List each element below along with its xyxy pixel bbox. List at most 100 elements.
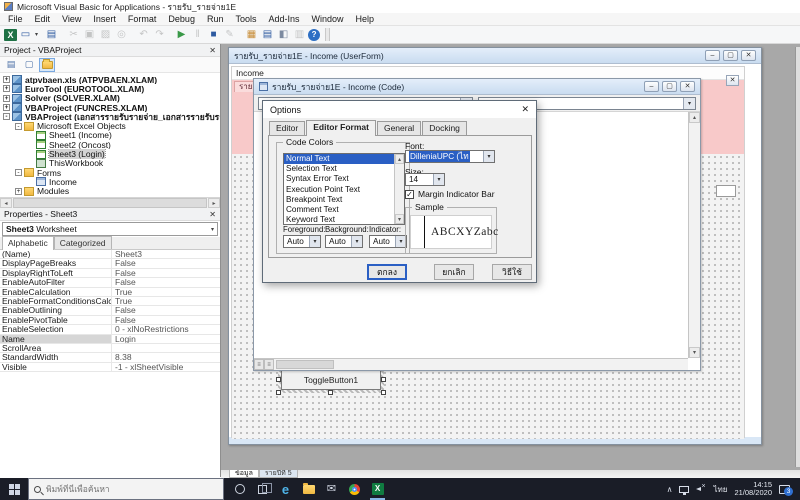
- property-row-enableautofilter[interactable]: EnableAutoFilter False: [0, 278, 220, 288]
- tree-item-eurotool-eurotool-xlam-[interactable]: + EuroTool (EUROTOOL.XLAM): [0, 84, 220, 94]
- property-row-displaypagebreaks[interactable]: DisplayPageBreaks False: [0, 259, 220, 269]
- object-selector[interactable]: Sheet3 Worksheet ▾: [2, 222, 218, 236]
- cancel-button[interactable]: ยกเลิก: [434, 264, 474, 280]
- minimize-icon[interactable]: –: [644, 81, 659, 92]
- scroll-thumb[interactable]: [276, 360, 334, 369]
- insert-userform-icon[interactable]: ▭: [18, 28, 33, 42]
- property-value[interactable]: Login: [112, 335, 220, 343]
- run-icon[interactable]: ▶: [174, 28, 189, 42]
- code-colors-list[interactable]: Normal Text Selection Text Syntax Error Te…: [283, 153, 405, 225]
- design-mode-icon[interactable]: ✎: [222, 28, 237, 42]
- expand-icon[interactable]: +: [15, 187, 22, 195]
- color-item-keyword-text[interactable]: Keyword Text: [284, 215, 404, 224]
- close-icon[interactable]: ✕: [680, 81, 695, 92]
- list-vscrollbar[interactable]: ▴ ▾: [394, 154, 404, 224]
- property-value[interactable]: True: [112, 297, 220, 305]
- menu-format[interactable]: Format: [122, 13, 163, 25]
- break-icon[interactable]: ‖: [190, 28, 205, 42]
- tree-item-sheet3-login-[interactable]: Sheet3 (Login): [0, 149, 220, 159]
- taskbar-chrome-icon[interactable]: [343, 478, 366, 500]
- tree-item-modules[interactable]: + Modules: [0, 187, 220, 196]
- taskbar-excel-icon[interactable]: X: [366, 478, 389, 500]
- options-dialog-titlebar[interactable]: Options ✕: [263, 101, 536, 118]
- maximize-icon[interactable]: ▢: [662, 81, 677, 92]
- undo-icon[interactable]: ↶: [136, 28, 151, 42]
- scroll-down-icon[interactable]: ▾: [395, 214, 404, 224]
- menu-add-ins[interactable]: Add-Ins: [262, 13, 305, 25]
- property-value[interactable]: Sheet3: [112, 250, 220, 258]
- tab-docking[interactable]: Docking: [422, 121, 467, 135]
- tab-editor[interactable]: Editor: [269, 121, 306, 135]
- tree-item-vbaproject-funcres-xlam-[interactable]: + VBAProject (FUNCRES.XLAM): [0, 103, 220, 112]
- expand-icon[interactable]: +: [3, 94, 10, 102]
- tab-general[interactable]: General: [376, 121, 422, 135]
- menu-edit[interactable]: Edit: [29, 13, 57, 25]
- scroll-right-icon[interactable]: ▸: [208, 198, 220, 208]
- network-icon[interactable]: [679, 485, 690, 495]
- help-button[interactable]: วิธีใช้: [492, 264, 532, 280]
- property-value[interactable]: 8.38: [112, 353, 220, 361]
- property-row-name[interactable]: Name Login: [0, 334, 220, 344]
- close-icon[interactable]: ✕: [209, 46, 216, 55]
- property-value[interactable]: False: [112, 259, 220, 267]
- property-row-scrollarea[interactable]: ScrollArea: [0, 343, 220, 354]
- start-button[interactable]: [0, 478, 28, 500]
- clock[interactable]: 14:15 21/08/2020: [734, 481, 772, 497]
- scroll-up-icon[interactable]: ▴: [689, 112, 700, 123]
- property-row-enablepivottable[interactable]: EnablePivotTable False: [0, 315, 220, 326]
- project-explorer-icon[interactable]: ▦: [244, 28, 259, 42]
- code-window-titlebar[interactable]: รายรับ_รายจ่าย1E - Income (Code) – ▢ ✕: [254, 79, 700, 95]
- property-value[interactable]: False: [112, 269, 220, 277]
- property-row-enableselection[interactable]: EnableSelection 0 - xlNoRestrictions: [0, 325, 220, 335]
- split-handle-icon[interactable]: ≡: [264, 359, 274, 370]
- font-select[interactable]: DilleniaUPC (ไท ▾: [405, 150, 495, 163]
- property-row-enablecalculation[interactable]: EnableCalculation True: [0, 287, 220, 297]
- tree-item-income[interactable]: Income: [0, 177, 220, 187]
- menu-insert[interactable]: Insert: [87, 13, 122, 25]
- paste-icon[interactable]: ▨: [98, 28, 113, 42]
- taskbar-task-view-icon[interactable]: [251, 478, 274, 500]
- scroll-thumb[interactable]: [13, 198, 207, 208]
- scroll-down-icon[interactable]: ▾: [689, 347, 700, 358]
- tab-categorized[interactable]: Categorized: [53, 236, 112, 249]
- property-value[interactable]: 0 - xlNoRestrictions: [112, 325, 220, 333]
- tree-item-forms[interactable]: - Forms: [0, 168, 220, 177]
- reset-icon[interactable]: ■: [206, 28, 221, 42]
- code-hscrollbar[interactable]: ≡ ≡: [254, 358, 688, 370]
- toggle-folders-icon[interactable]: [39, 57, 55, 72]
- scroll-up-icon[interactable]: ▴: [395, 154, 404, 164]
- close-icon[interactable]: ✕: [209, 210, 216, 219]
- tree-item-vbaproject-[interactable]: - VBAProject (เอกสารรายรับรายจ่าย_เอกสารร…: [0, 112, 220, 121]
- property-value[interactable]: False: [112, 278, 220, 286]
- menu-debug[interactable]: Debug: [162, 13, 201, 25]
- tree-item-microsoft-excel-objects[interactable]: - Microsoft Excel Objects: [0, 121, 220, 131]
- scroll-left-icon[interactable]: ◂: [0, 198, 12, 208]
- form-textbox-control[interactable]: [716, 185, 736, 197]
- menu-window[interactable]: Window: [306, 13, 350, 25]
- property-value[interactable]: False: [112, 306, 220, 314]
- property-row--name-[interactable]: (Name) Sheet3: [0, 250, 220, 260]
- property-row-enableformatconditionscalculation[interactable]: EnableFormatConditionsCalculationTrue: [0, 296, 220, 307]
- save-icon[interactable]: ▤: [44, 28, 59, 42]
- color-item-execution-point-text[interactable]: Execution Point Text: [284, 185, 404, 195]
- size-select[interactable]: 14 ▾: [405, 173, 445, 186]
- tree-item-sheet2-oncost-[interactable]: Sheet2 (Oncost): [0, 140, 220, 149]
- expand-icon[interactable]: +: [3, 85, 10, 93]
- code-vscrollbar[interactable]: ▴ ▾: [688, 112, 700, 358]
- property-row-displayrighttoleft[interactable]: DisplayRightToLeft False: [0, 268, 220, 279]
- insert-userform-icon-dropdown[interactable]: ▾: [35, 31, 38, 38]
- taskbar-cortana-icon[interactable]: [228, 478, 251, 500]
- foreground-combo[interactable]: Foreground: Auto ▾: [283, 225, 325, 248]
- taskbar-edge-icon[interactable]: e: [274, 478, 297, 500]
- menu-run[interactable]: Run: [201, 13, 230, 25]
- toolbox-icon[interactable]: ▥: [292, 28, 307, 42]
- property-value[interactable]: True: [112, 288, 220, 296]
- taskbar-mail-icon[interactable]: ✉: [320, 478, 343, 500]
- project-tree-hscrollbar[interactable]: ◂ ▸: [0, 197, 220, 208]
- close-icon[interactable]: ✕: [741, 50, 756, 61]
- excel-sheet-tab[interactable]: ข้อมูล: [229, 470, 259, 478]
- excel-view-icon[interactable]: X: [4, 28, 17, 41]
- color-item-breakpoint-text[interactable]: Breakpoint Text: [284, 195, 404, 205]
- minimize-icon[interactable]: –: [705, 50, 720, 61]
- language-indicator[interactable]: ไทย: [713, 483, 727, 496]
